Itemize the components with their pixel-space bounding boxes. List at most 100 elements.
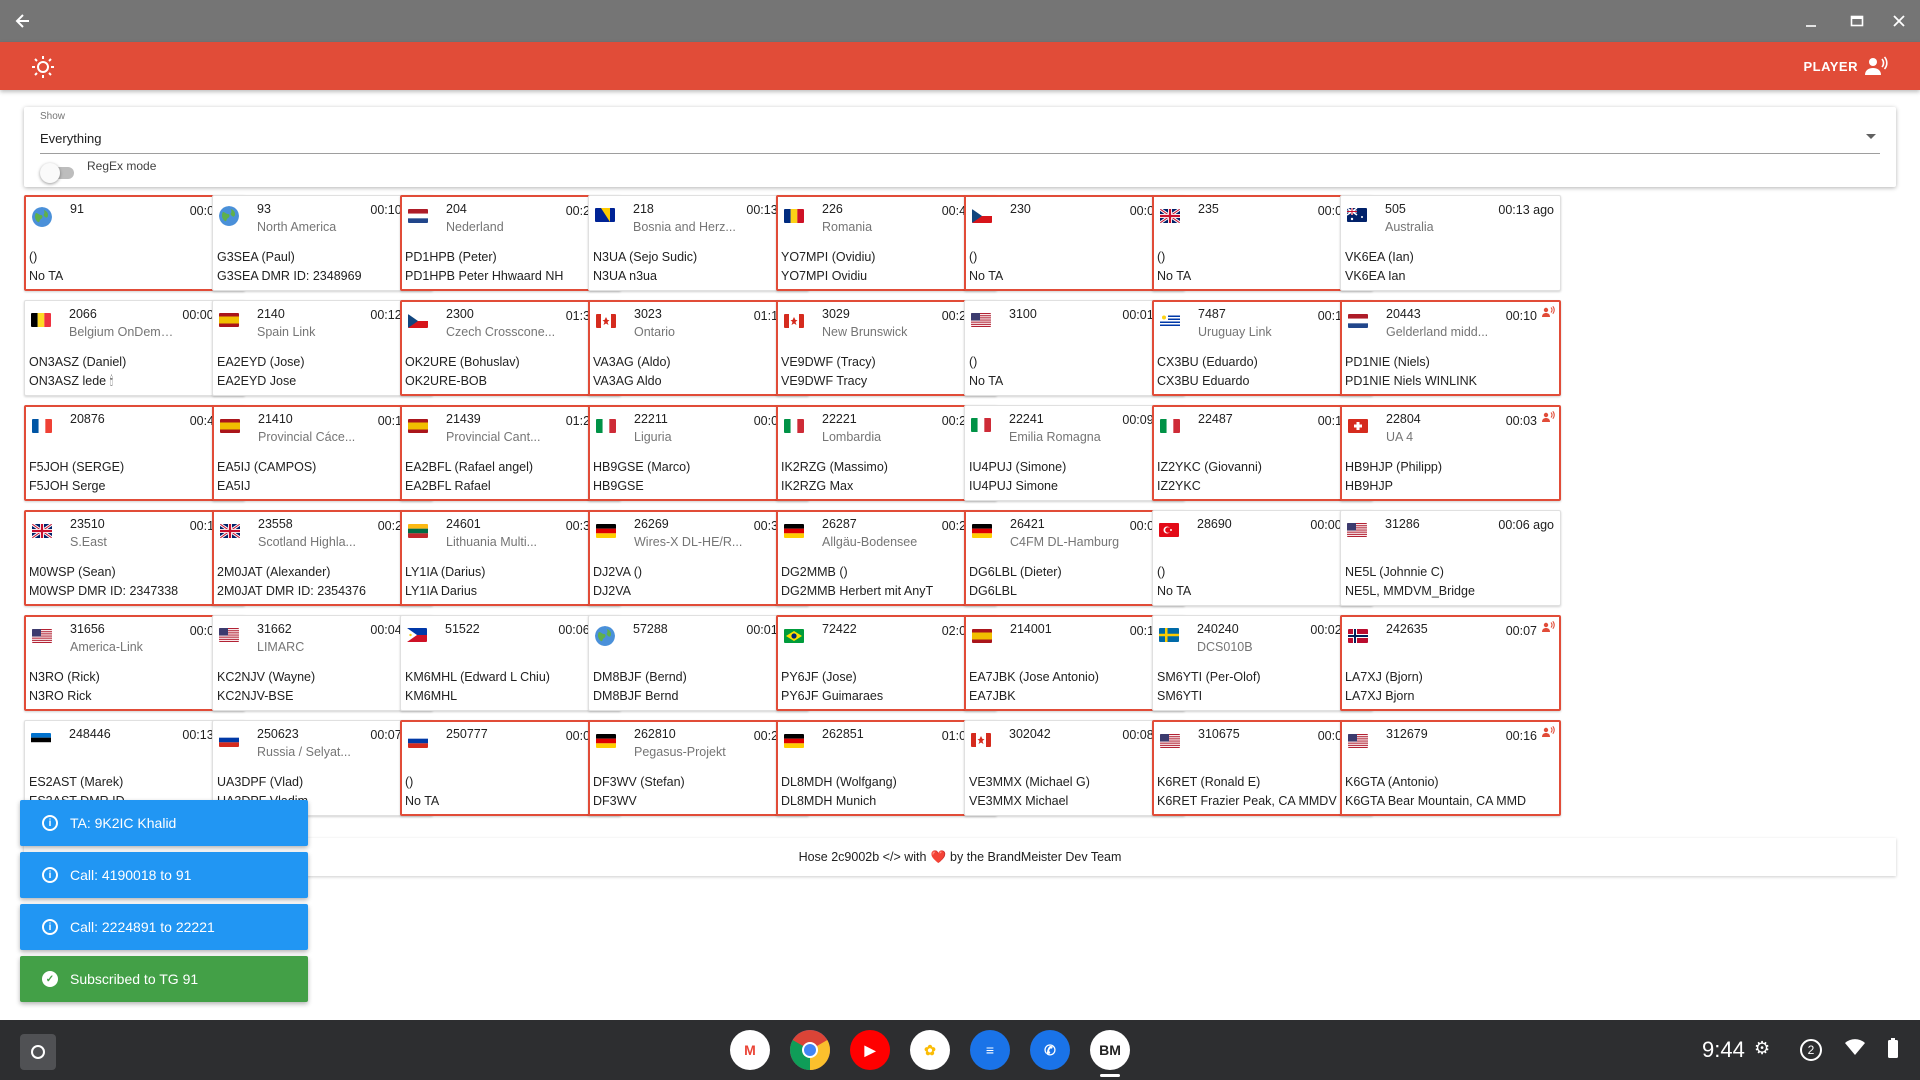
- talkgroup-name: America-Link: [70, 640, 143, 654]
- talkgroup-id: 242635: [1386, 622, 1428, 636]
- talkgroup-name: Australia: [1385, 220, 1434, 234]
- talkgroup-name: Emilia Romagna: [1009, 430, 1101, 444]
- battery-icon[interactable]: [1888, 1038, 1898, 1063]
- caller-talker-alias: KM6MHL: [405, 689, 458, 703]
- talkgroup-card[interactable]: 312679 00:16 K6GTA (Antonio) K6GTA Bear Mou…: [1340, 720, 1561, 816]
- talkgroup-id: 262810: [634, 727, 676, 741]
- talkgroup-card[interactable]: 31286 00:06 ago NE5L (Johnnie C) NE5L, MMDV…: [1340, 510, 1561, 606]
- talkgroup-name: Liguria: [634, 430, 672, 444]
- talkgroup-id: 230: [1010, 202, 1031, 216]
- caller-talker-alias: VE3MMX Michael: [969, 794, 1069, 808]
- caller-callsign: N3UA (Sejo Sudic): [593, 250, 698, 264]
- regex-toggle[interactable]: [40, 157, 76, 189]
- clock[interactable]: 9:44: [1702, 1037, 1745, 1063]
- country-flag-icon: [971, 733, 991, 747]
- back-arrow-icon[interactable]: [0, 0, 46, 42]
- minimize-icon[interactable]: [1788, 0, 1834, 42]
- country-flag-icon: [972, 629, 992, 643]
- caller-talker-alias: VA3AG Aldo: [593, 374, 662, 388]
- player-button[interactable]: PLAYER: [1803, 56, 1888, 76]
- talkgroup-name: C4FM DL-Hamburg: [1010, 535, 1120, 549]
- notification-count[interactable]: 2: [1800, 1039, 1822, 1061]
- talkgroup-name: S.East: [70, 535, 107, 549]
- caller-callsign: VK6EA (Ian): [1345, 250, 1414, 264]
- messages-app-icon[interactable]: ≡: [970, 1030, 1010, 1070]
- country-flag-icon: [31, 313, 51, 327]
- talkgroup-name: LIMARC: [257, 640, 305, 654]
- caller-callsign: KM6MHL (Edward L Chiu): [405, 670, 550, 684]
- talkgroup-id: 51522: [445, 622, 480, 636]
- talkgroup-card[interactable]: 242635 00:07 LA7XJ (Bjorn) LA7XJ Bjorn: [1340, 615, 1561, 711]
- country-flag-icon: [596, 524, 616, 538]
- caller-talker-alias: OK2URE-BOB: [405, 374, 487, 388]
- caller-talker-alias: CX3BU Eduardo: [1157, 374, 1250, 388]
- caller-callsign: PY6JF (Jose): [781, 670, 857, 684]
- caller-talker-alias: EA5IJ: [217, 479, 251, 493]
- caller-talker-alias: IU4PUJ Simone: [969, 479, 1058, 493]
- caller-talker-alias: EA2EYD Jose: [217, 374, 297, 388]
- toast-notification[interactable]: i Call: 4190018 to 91: [20, 852, 308, 898]
- country-flag-icon: [1160, 419, 1180, 433]
- caller-callsign: HB9GSE (Marco): [593, 460, 691, 474]
- caller-callsign: CX3BU (Eduardo): [1157, 355, 1258, 369]
- caller-callsign: VE3MMX (Michael G): [969, 775, 1090, 789]
- brandmeister-app-icon[interactable]: BM: [1090, 1030, 1130, 1070]
- launcher-button[interactable]: [20, 1034, 56, 1070]
- country-flag-icon: [408, 314, 428, 328]
- talkgroup-card[interactable]: 20443 Gelderland midd... 00:10 PD1NIE (Niel…: [1340, 300, 1561, 396]
- country-flag-icon: [784, 734, 804, 748]
- active-talker-icon: [1541, 410, 1555, 423]
- caller-callsign: G3SEA (Paul): [217, 250, 295, 264]
- toast-notification[interactable]: i Call: 2224891 to 22221: [20, 904, 308, 950]
- talkgroup-id: 21410: [258, 412, 293, 426]
- app-bar: PLAYER: [0, 42, 1920, 90]
- caller-talker-alias: No TA: [969, 269, 1004, 283]
- country-flag-icon: [971, 313, 991, 327]
- regex-label: RegEx mode: [87, 159, 157, 173]
- talkgroup-name: Wires-X DL-HE/R...: [634, 535, 743, 549]
- talkgroup-id: 302042: [1009, 727, 1051, 741]
- talkgroup-id: 310675: [1198, 727, 1240, 741]
- youtube-app-icon[interactable]: ▶: [850, 1030, 890, 1070]
- talkgroup-card[interactable]: 505 Australia 00:13 ago VK6EA (Ian) VK6EA Ia…: [1340, 195, 1561, 291]
- globe-icon: [595, 626, 615, 646]
- country-flag-icon: [972, 209, 992, 223]
- caller-callsign: NE5L (Johnnie C): [1345, 565, 1444, 579]
- talkgroup-id: 505: [1385, 202, 1406, 216]
- photos-app-icon[interactable]: ✿: [910, 1030, 950, 1070]
- call-time: 00:16: [1505, 729, 1537, 743]
- phone-app-icon[interactable]: ✆: [1030, 1030, 1070, 1070]
- talkgroup-card[interactable]: 22804 UA 4 00:03 HB9HJP (Philipp) HB9HJP: [1340, 405, 1561, 501]
- caller-callsign: (): [1157, 565, 1166, 579]
- country-flag-icon: [1348, 314, 1368, 328]
- close-icon[interactable]: [1876, 0, 1920, 42]
- country-flag-icon: [408, 734, 428, 748]
- country-flag-icon: [220, 524, 240, 538]
- country-flag-icon: [971, 418, 991, 432]
- sun-icon[interactable]: [30, 54, 56, 80]
- caller-talker-alias: YO7MPI Ovidiu: [781, 269, 868, 283]
- talkgroup-id: 22804: [1386, 412, 1421, 426]
- show-select[interactable]: Everything: [40, 124, 1880, 154]
- toast-notification[interactable]: ✓ Subscribed to TG 91: [20, 956, 308, 1002]
- chrome-app-icon[interactable]: [790, 1030, 830, 1070]
- caller-callsign: EA2BFL (Rafael angel): [405, 460, 534, 474]
- caller-callsign: DL8MDH (Wolfgang): [781, 775, 897, 789]
- toggle-knob: [40, 163, 60, 183]
- caller-talker-alias: NE5L, MMDVM_Bridge: [1345, 584, 1475, 598]
- footer-version: Hose 2c9002b </> with: [798, 850, 927, 864]
- country-flag-icon: [1348, 629, 1368, 643]
- active-talker-icon: [1541, 620, 1555, 633]
- footer-credit: by the BrandMeister Dev Team: [950, 850, 1122, 864]
- talkgroup-name: Romania: [822, 220, 873, 234]
- wifi-icon[interactable]: [1844, 1038, 1866, 1061]
- talkgroup-id: 24601: [446, 517, 481, 531]
- toast-notification[interactable]: i TA: 9K2IC Khalid: [20, 800, 308, 846]
- talkgroup-name: Bosnia and Herz...: [633, 220, 736, 234]
- call-time: 00:07: [1505, 624, 1537, 638]
- settings-gear-icon[interactable]: ⚙: [1754, 1038, 1770, 1059]
- maximize-icon[interactable]: [1834, 0, 1880, 42]
- gmail-app-icon[interactable]: M: [730, 1030, 770, 1070]
- caller-talker-alias: PY6JF Guimaraes: [781, 689, 884, 703]
- caller-callsign: IU4PUJ (Simone): [969, 460, 1067, 474]
